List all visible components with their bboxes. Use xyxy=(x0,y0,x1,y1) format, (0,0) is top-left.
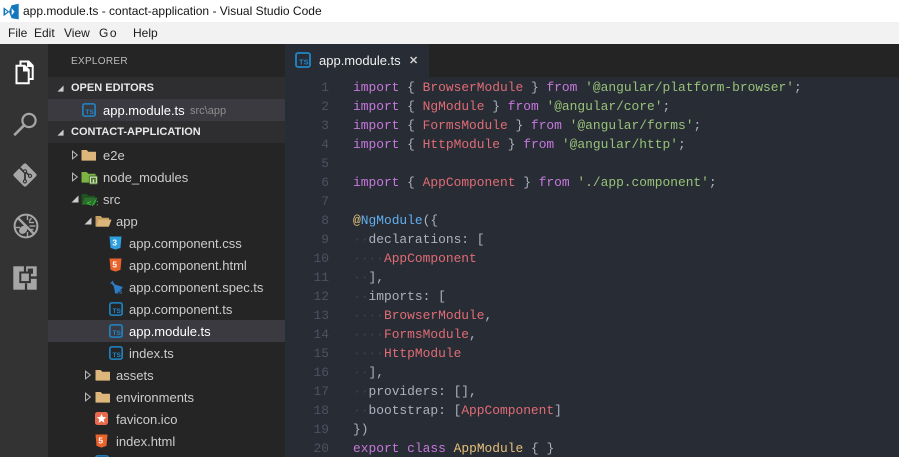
svg-text:TS: TS xyxy=(113,308,122,315)
svg-text:ts: ts xyxy=(116,289,122,295)
svg-text:5: 5 xyxy=(112,260,117,270)
svg-text:TS: TS xyxy=(299,58,309,67)
svg-text:TS: TS xyxy=(113,352,122,359)
svg-text:TS: TS xyxy=(113,330,122,337)
svg-text:TS: TS xyxy=(86,109,95,116)
svg-text:5: 5 xyxy=(98,436,103,446)
svg-text:3: 3 xyxy=(112,238,117,248)
svg-text:</>: </> xyxy=(87,200,98,206)
